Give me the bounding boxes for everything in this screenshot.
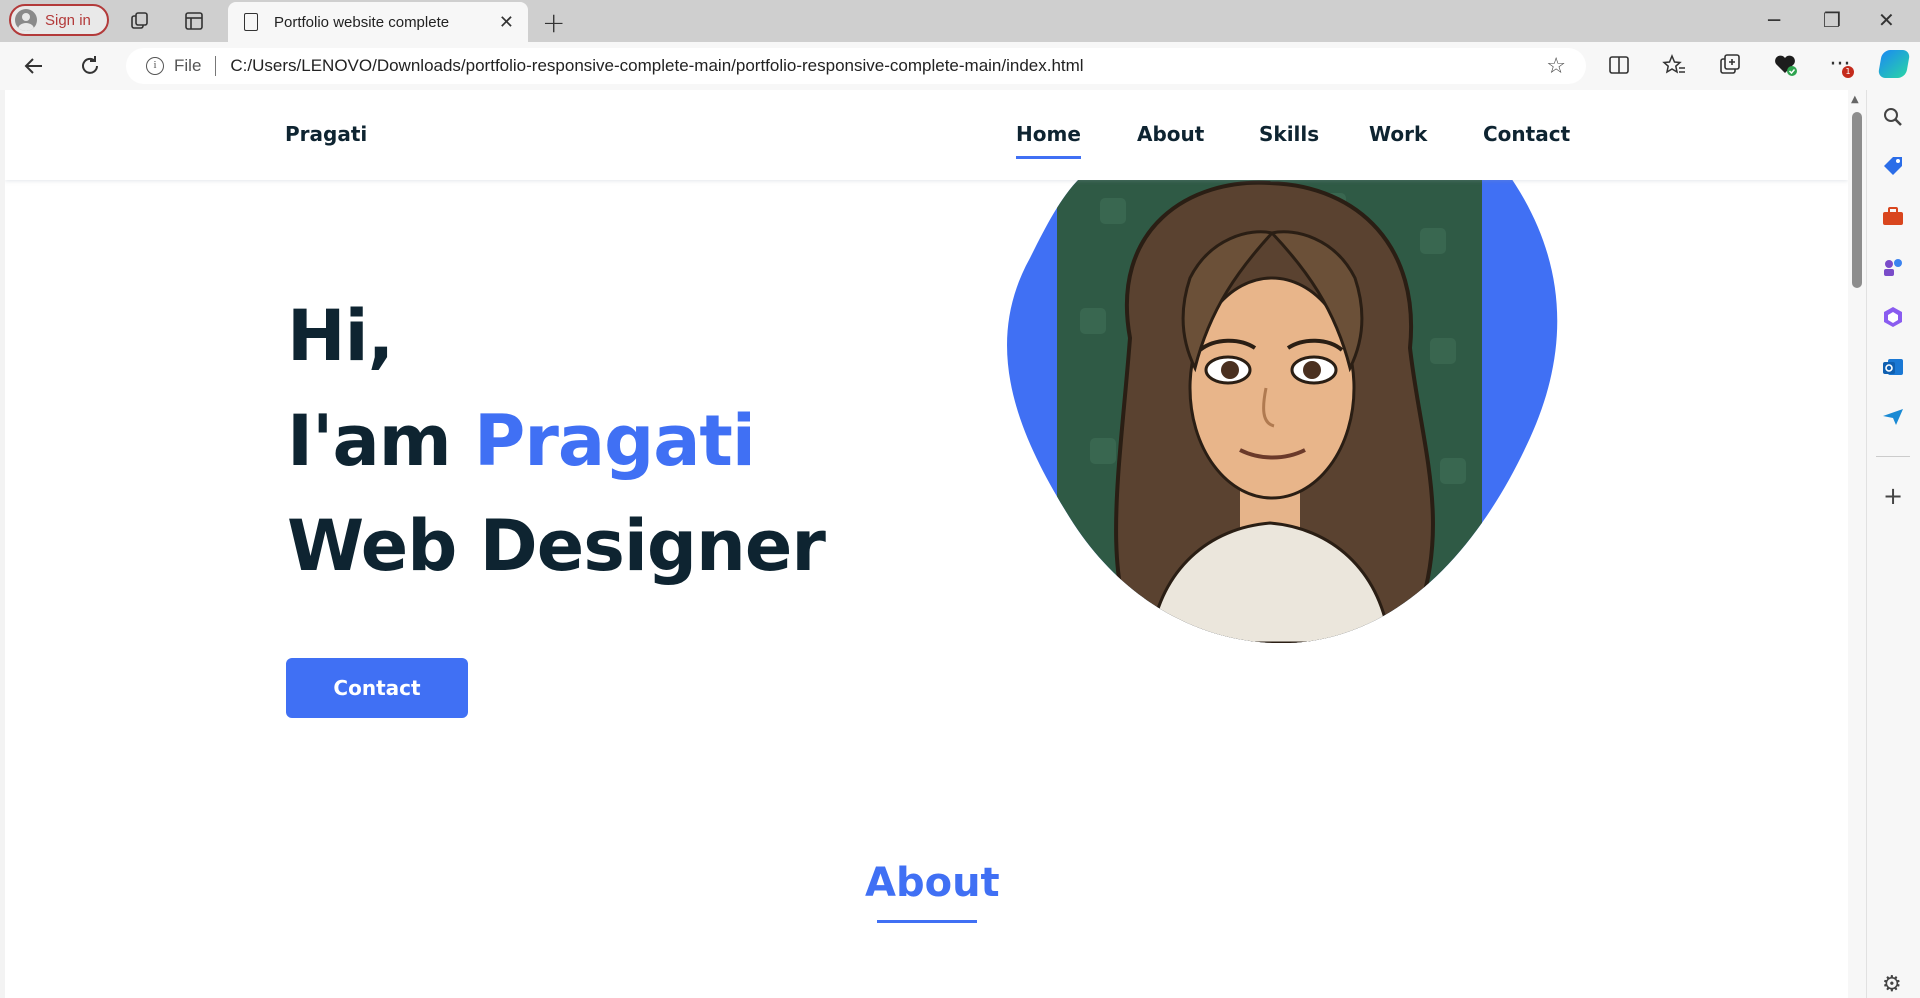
hero-role: Web Designer [287,505,826,587]
url-text[interactable]: C:/Users/LENOVO/Downloads/portfolio-resp… [230,56,1546,76]
split-screen-icon[interactable] [1605,51,1633,79]
hero-intro: I'am Pragati [287,400,756,482]
collections-icon[interactable] [1716,51,1744,79]
nav-contact[interactable]: Contact [1483,122,1570,146]
sidebar-tools-icon[interactable] [1880,204,1906,230]
file-scheme-label: File [174,56,202,75]
notification-badge: 1 [1842,66,1854,78]
back-arrow-icon[interactable] [20,52,48,80]
nav-skills[interactable]: Skills [1259,122,1319,146]
address-bar[interactable]: i File C:/Users/LENOVO/Downloads/portfol… [126,48,1586,84]
sidebar-search-icon[interactable] [1880,104,1906,130]
sign-in-button[interactable]: Sign in [9,4,109,36]
page-icon [244,13,258,31]
page-viewport: Pragati Home About Skills Work Contact H… [5,90,1848,998]
workspaces-icon[interactable] [129,10,151,32]
sidebar-settings-icon[interactable]: ⚙ [1882,972,1902,997]
hero-intro-prefix: I'am [287,400,475,482]
nav-about[interactable]: About [1137,122,1204,146]
sign-in-label: Sign in [45,11,91,29]
sidebar-send-icon[interactable] [1880,404,1906,430]
refresh-icon[interactable] [76,52,104,80]
active-tab[interactable]: Portfolio website complete ✕ [228,2,528,42]
sidebar-add-icon[interactable]: + [1883,482,1903,510]
new-tab-button[interactable]: + [542,6,565,39]
contact-button[interactable]: Contact [286,658,468,718]
tab-title: Portfolio website complete [274,13,450,31]
hero-greeting: Hi, [287,295,394,377]
sidebar-games-icon[interactable] [1880,254,1906,280]
site-header: Pragati Home About Skills Work Contact [5,90,1848,180]
tab-strip: Sign in Portfolio website complete ✕ + ─… [0,0,1920,42]
profile-image-blob [1007,138,1558,643]
scroll-up-icon[interactable]: ▲ [1851,94,1859,105]
tab-actions-icon[interactable] [183,10,205,32]
sidebar-divider [1876,456,1910,457]
restore-button[interactable]: ❐ [1823,8,1841,32]
nav-work[interactable]: Work [1369,122,1427,146]
favorites-icon[interactable] [1660,51,1688,79]
close-window-button[interactable]: ✕ [1878,8,1895,32]
profile-avatar-icon [15,9,37,31]
sidebar-shopping-icon[interactable] [1880,154,1906,180]
sidebar-outlook-icon[interactable] [1880,354,1906,380]
scrollbar-thumb[interactable] [1852,112,1862,288]
about-section-title: About [865,860,1000,923]
tab-close-icon[interactable]: ✕ [499,12,514,33]
minimize-button[interactable]: ─ [1768,8,1780,32]
browser-essentials-icon[interactable] [1771,51,1799,79]
info-icon[interactable]: i [146,57,164,75]
address-divider [215,56,217,76]
hero-name: Pragati [474,400,756,482]
site-logo[interactable]: Pragati [285,122,367,146]
star-icon[interactable]: ☆ [1546,54,1566,79]
sidebar-microsoft365-icon[interactable] [1880,304,1906,330]
nav-home[interactable]: Home [1016,122,1081,159]
browser-toolbar: i File C:/Users/LENOVO/Downloads/portfol… [0,42,1920,90]
